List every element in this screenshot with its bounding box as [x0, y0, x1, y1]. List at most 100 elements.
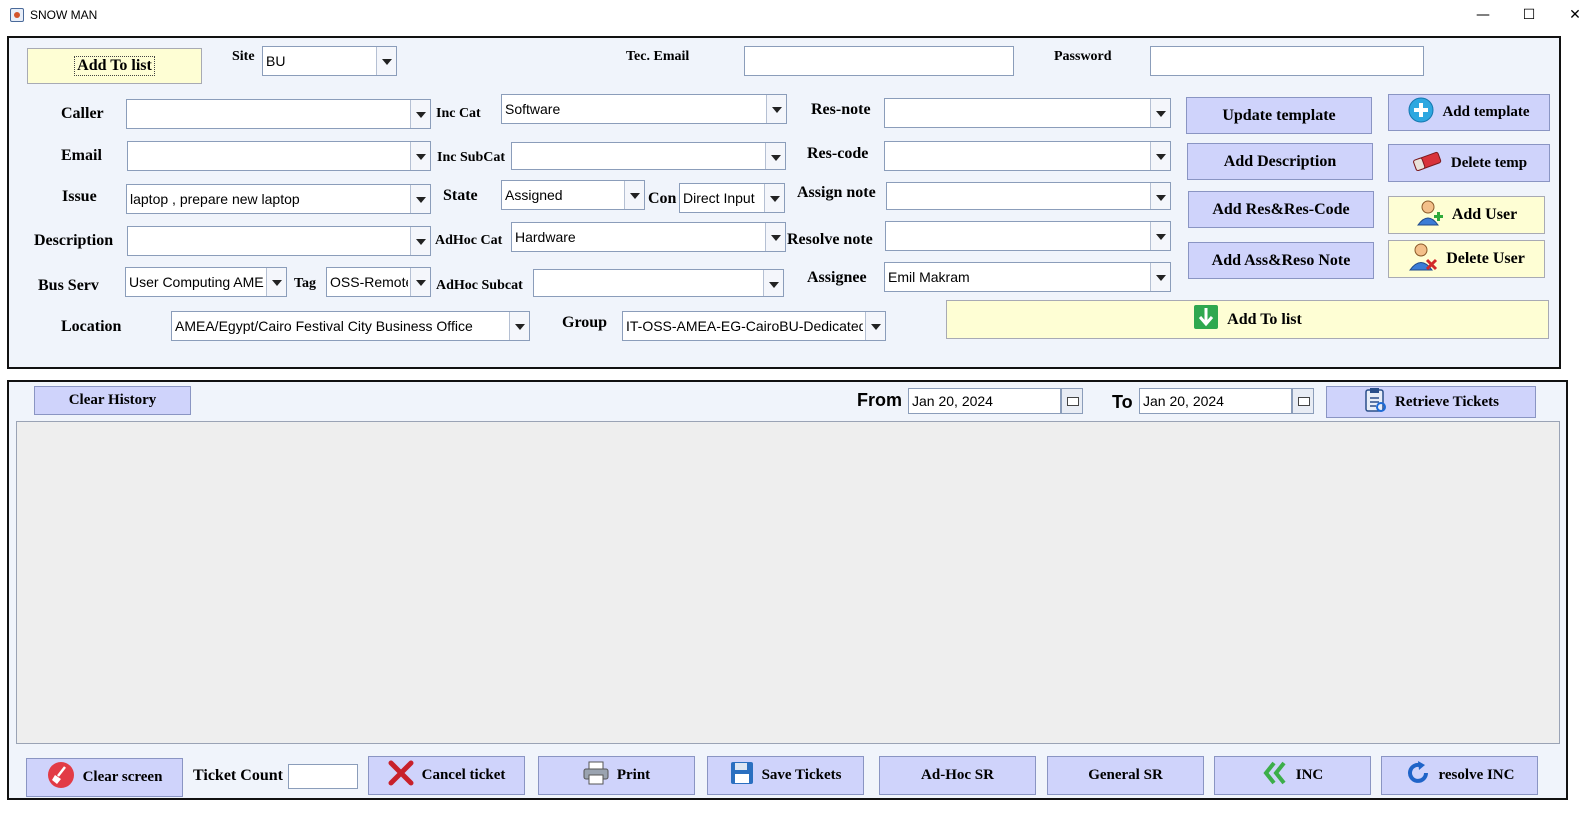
- location-combo[interactable]: AMEA/Egypt/Cairo Festival City Business …: [171, 311, 530, 341]
- chevron-down-icon[interactable]: [410, 185, 430, 213]
- chevron-down-icon[interactable]: [766, 95, 786, 123]
- calendar-icon[interactable]: [1292, 388, 1314, 414]
- chevron-down-icon[interactable]: [1150, 263, 1170, 291]
- tag-label: Tag: [294, 276, 317, 291]
- delete-temp-button[interactable]: Delete temp: [1388, 144, 1550, 182]
- chevron-down-icon[interactable]: [865, 312, 885, 340]
- add-ass-reso-note-button[interactable]: Add Ass&Reso Note: [1188, 242, 1374, 279]
- add-to-list-button-top[interactable]: Add To list: [27, 48, 202, 84]
- issue-combo[interactable]: laptop , prepare new laptop: [126, 184, 431, 214]
- add-to-list-button-bottom[interactable]: Add To list: [946, 300, 1549, 339]
- printer-icon: [583, 761, 609, 790]
- assignee-combo[interactable]: Emil Makram: [884, 262, 1171, 292]
- cancel-ticket-label: Cancel ticket: [421, 767, 506, 783]
- minimize-button[interactable]: —: [1460, 0, 1506, 32]
- calendar-icon[interactable]: [1061, 388, 1083, 414]
- chevron-down-icon[interactable]: [410, 142, 430, 170]
- add-description-label: Add Description: [1223, 152, 1337, 170]
- general-sr-button[interactable]: General SR: [1047, 756, 1204, 795]
- adhoc-cat-value: Hardware: [515, 229, 576, 245]
- add-res-code-label: Add Res&Res-Code: [1212, 200, 1350, 218]
- adhoc-sr-button[interactable]: Ad-Hoc SR: [879, 756, 1036, 795]
- caller-combo[interactable]: [126, 99, 431, 129]
- double-chevron-left-icon: [1262, 761, 1288, 790]
- add-description-button[interactable]: Add Description: [1187, 143, 1373, 180]
- add-ass-reso-note-label: Add Ass&Reso Note: [1211, 251, 1351, 269]
- inc-label: INC: [1295, 767, 1324, 783]
- con-value: Direct Input: [683, 190, 755, 206]
- add-to-list-top-label: Add To list: [74, 56, 155, 76]
- location-label: Location: [61, 318, 122, 335]
- tec-email-input[interactable]: [744, 46, 1014, 76]
- from-date-field[interactable]: Jan 20, 2024: [908, 388, 1061, 414]
- to-date-value: Jan 20, 2024: [1143, 393, 1224, 409]
- add-res-code-button[interactable]: Add Res&Res-Code: [1188, 191, 1374, 228]
- add-template-button[interactable]: Add template: [1388, 94, 1550, 131]
- password-input[interactable]: [1150, 46, 1424, 76]
- chevron-down-icon[interactable]: [509, 312, 529, 340]
- res-note-combo[interactable]: [884, 98, 1171, 128]
- site-combo[interactable]: BU: [262, 46, 397, 76]
- inc-subcat-combo[interactable]: [511, 142, 786, 170]
- chevron-down-icon[interactable]: [376, 47, 396, 75]
- delete-user-button[interactable]: Delete User: [1388, 240, 1545, 278]
- res-code-combo[interactable]: [884, 141, 1171, 171]
- maximize-button[interactable]: ☐: [1506, 0, 1552, 32]
- email-combo[interactable]: [127, 141, 431, 171]
- resolve-inc-button[interactable]: resolve INC: [1381, 756, 1538, 795]
- adhoc-cat-label: AdHoc Cat: [435, 233, 503, 248]
- chevron-down-icon[interactable]: [763, 270, 783, 296]
- to-date-field[interactable]: Jan 20, 2024: [1139, 388, 1292, 414]
- save-tickets-label: Save Tickets: [761, 767, 842, 783]
- refresh-icon: [1405, 760, 1431, 791]
- close-button[interactable]: ✕: [1552, 0, 1593, 32]
- description-combo[interactable]: [127, 226, 431, 256]
- chevron-down-icon[interactable]: [765, 143, 785, 169]
- print-button[interactable]: Print: [538, 756, 695, 795]
- chevron-down-icon[interactable]: [1150, 222, 1170, 250]
- resolve-note-combo[interactable]: [885, 221, 1171, 251]
- retrieve-tickets-button[interactable]: Retrieve Tickets: [1326, 386, 1536, 418]
- tickets-table[interactable]: [16, 421, 1560, 744]
- con-label: Con: [648, 190, 677, 207]
- chevron-down-icon[interactable]: [1150, 183, 1170, 209]
- inc-cat-label: Inc Cat: [436, 106, 481, 121]
- update-template-button[interactable]: Update template: [1186, 97, 1372, 134]
- window-title: SNOW MAN: [30, 8, 98, 22]
- clear-history-button[interactable]: Clear History: [34, 386, 191, 415]
- add-user-button[interactable]: Add User: [1388, 196, 1545, 234]
- chevron-down-icon[interactable]: [266, 268, 286, 296]
- add-user-icon: [1416, 199, 1444, 232]
- chevron-down-icon[interactable]: [624, 181, 644, 209]
- title-bar: [0, 0, 1593, 32]
- add-user-label: Add User: [1451, 206, 1518, 223]
- resolve-inc-label: resolve INC: [1438, 767, 1515, 783]
- adhoc-cat-combo[interactable]: Hardware: [511, 222, 786, 252]
- ticket-count-field[interactable]: [288, 764, 358, 789]
- ticket-count-label: Ticket Count: [193, 767, 283, 784]
- adhoc-subcat-combo[interactable]: [533, 269, 784, 297]
- inc-cat-combo[interactable]: Software: [501, 94, 787, 124]
- assign-note-combo[interactable]: [886, 182, 1171, 210]
- adhoc-sr-label: Ad-Hoc SR: [921, 767, 994, 783]
- chevron-down-icon[interactable]: [765, 223, 785, 251]
- clear-screen-button[interactable]: Clear screen: [26, 758, 183, 797]
- state-value: Assigned: [505, 187, 563, 203]
- chevron-down-icon[interactable]: [764, 184, 784, 212]
- state-combo[interactable]: Assigned: [501, 180, 645, 210]
- chevron-down-icon[interactable]: [1150, 99, 1170, 127]
- chevron-down-icon[interactable]: [1150, 142, 1170, 170]
- chevron-down-icon[interactable]: [410, 227, 430, 255]
- add-to-list-bottom-label: Add To list: [1227, 310, 1302, 328]
- bus-serv-combo[interactable]: User Computing AMEA: [125, 267, 287, 297]
- group-combo[interactable]: IT-OSS-AMEA-EG-CairoBU-Dedicated: [622, 311, 886, 341]
- tag-combo[interactable]: OSS-Remote: [326, 267, 431, 297]
- inc-button[interactable]: INC: [1214, 756, 1371, 795]
- cancel-ticket-button[interactable]: Cancel ticket: [368, 756, 525, 795]
- chevron-down-icon[interactable]: [410, 100, 430, 128]
- red-x-icon: [388, 760, 414, 791]
- con-combo[interactable]: Direct Input: [679, 183, 785, 213]
- description-label: Description: [34, 232, 114, 249]
- chevron-down-icon[interactable]: [410, 268, 430, 296]
- save-tickets-button[interactable]: Save Tickets: [707, 756, 864, 795]
